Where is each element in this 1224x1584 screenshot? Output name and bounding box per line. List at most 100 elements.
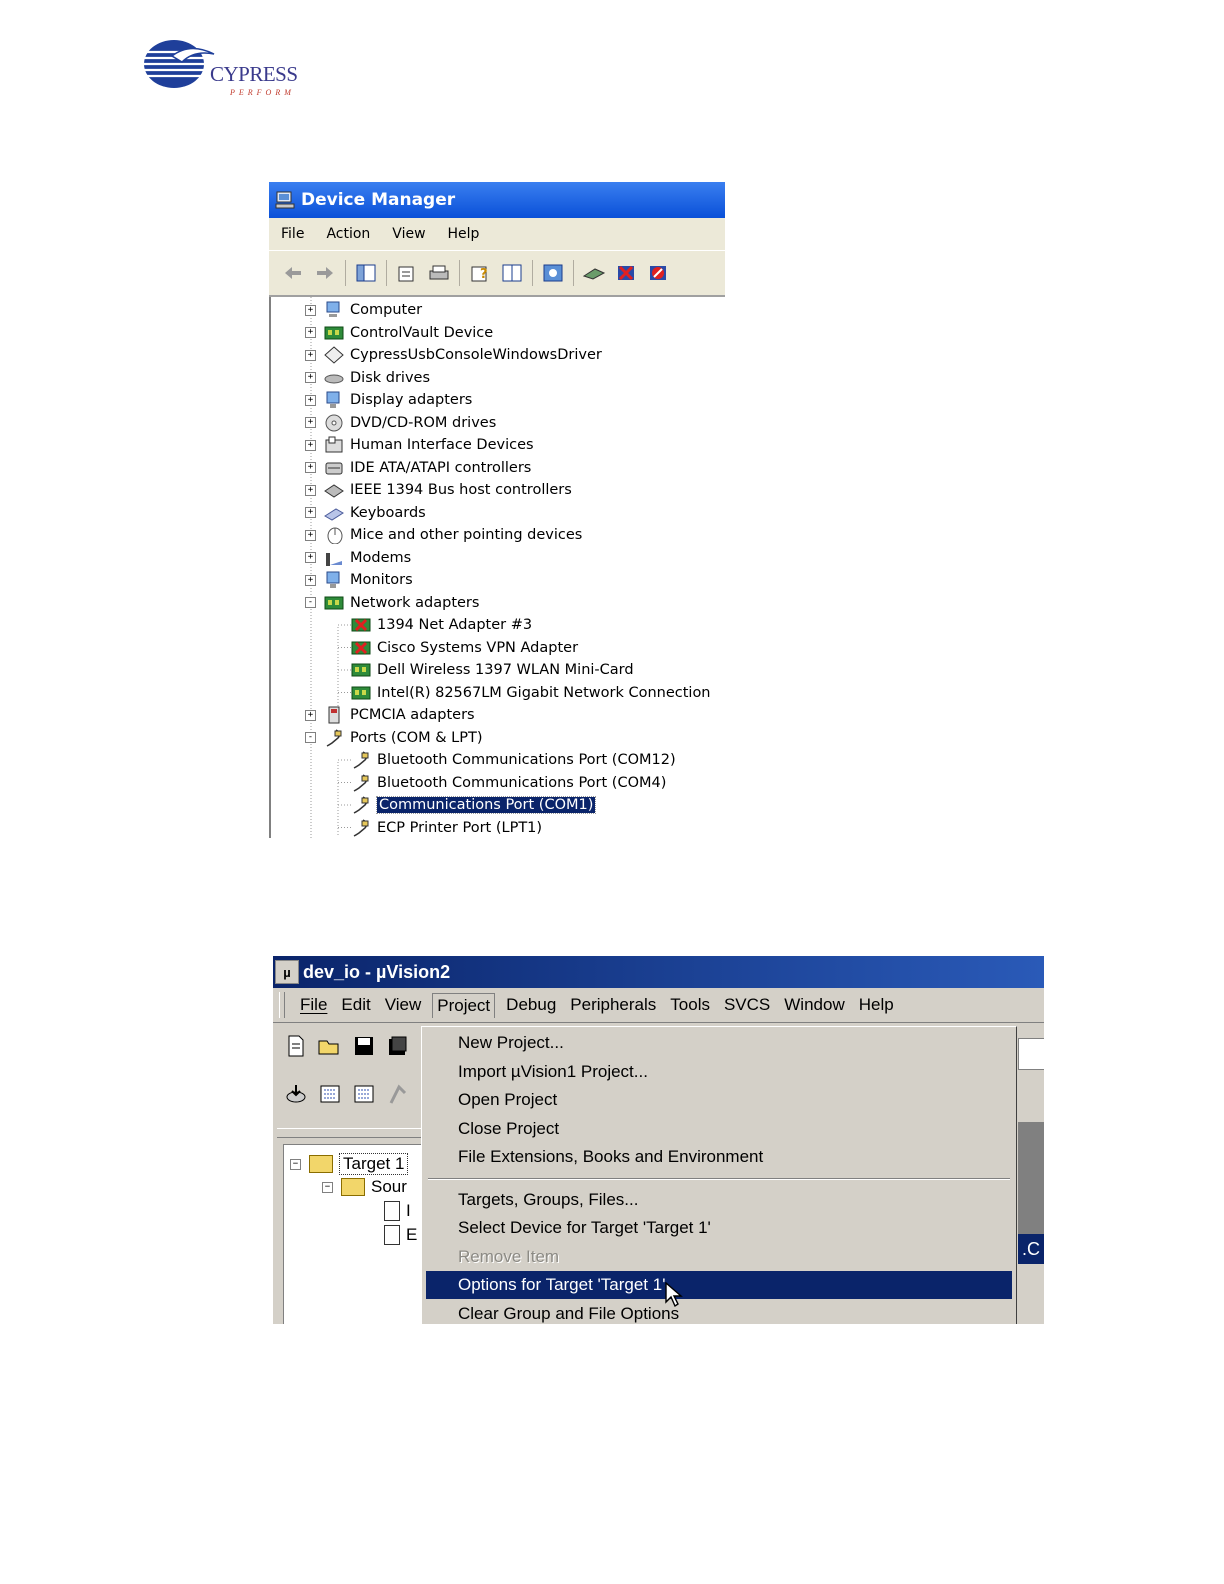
expand-icon[interactable]: + [305,439,316,451]
expand-icon[interactable]: + [305,709,316,721]
uv-menu-svcs[interactable]: SVCS [724,995,770,1015]
uv-menu-view[interactable]: View [385,995,422,1015]
project-menu-item[interactable]: Close Project [426,1115,1012,1143]
device-category[interactable]: + Modems [305,547,411,569]
tree-node-target[interactable]: − Target 1 [290,1153,409,1175]
device-item[interactable]: Cisco Systems VPN Adapter [351,637,578,659]
open-folder-icon[interactable] [318,1034,342,1058]
device-category[interactable]: + CypressUsbConsoleWindowsDriver [305,344,602,366]
device-category[interactable]: - Network adapters [305,592,479,614]
expand-icon[interactable]: + [305,417,316,428]
uvision-titlebar[interactable]: µ dev_io - µVision2 [273,956,1044,988]
device-item[interactable]: Communications Port (COM1) [351,794,597,816]
expand-icon[interactable]: + [305,507,316,518]
toolbar-combobox[interactable] [1018,1038,1044,1070]
back-icon[interactable] [282,262,304,284]
uv-menu-peripherals[interactable]: Peripherals [570,995,656,1015]
expand-icon[interactable]: + [305,529,316,541]
device-label: Bluetooth Communications Port (COM4) [377,774,667,791]
project-menu-item[interactable]: Options for Target 'Target 1' [426,1271,1012,1299]
project-menu-item[interactable]: Select Device for Target 'Target 1' [426,1214,1012,1242]
project-menu-item[interactable]: File Extensions, Books and Environment [426,1143,1012,1171]
help-icon[interactable]: ? [469,262,491,284]
uv-menu-window[interactable]: Window [784,995,844,1015]
update-driver-icon[interactable] [583,262,605,284]
menu-file[interactable]: File [281,226,304,242]
expand-icon[interactable]: + [305,552,316,563]
collapse-icon[interactable]: − [322,1181,333,1193]
device-category[interactable]: + Monitors [305,569,413,591]
tree-node-file-2[interactable]: E [384,1225,417,1245]
expand-icon[interactable]: + [305,462,316,473]
tree-node-source-group[interactable]: − Sour [322,1177,407,1197]
device-category[interactable]: + Human Interface Devices [305,434,534,456]
uninstall-icon[interactable] [615,262,637,284]
device-category[interactable]: + DVD/CD-ROM drives [305,412,496,434]
menu-action[interactable]: Action [326,226,370,242]
uv-menu-edit[interactable]: Edit [341,995,370,1015]
board-icon [324,326,344,339]
pcmcia-icon [328,706,340,724]
pane-splitter[interactable] [277,1128,423,1138]
device-category[interactable]: + PCMCIA adapters [305,704,475,726]
uv-menu-project[interactable]: Project [432,992,496,1018]
expand-icon[interactable]: + [305,372,316,383]
device-item[interactable]: Bluetooth Communications Port (COM12) [351,749,676,771]
svg-text:?: ? [480,267,488,282]
save-icon[interactable] [352,1034,376,1058]
menubar-grip[interactable] [279,992,285,1018]
forward-icon[interactable] [314,262,336,284]
tree-node-file-1[interactable]: I [384,1201,411,1221]
expand-icon[interactable]: + [305,304,316,316]
device-category[interactable]: + ControlVault Device [305,322,493,344]
device-category[interactable]: + IDE ATA/ATAPI controllers [305,457,531,479]
collapse-icon[interactable]: - [305,732,316,743]
project-menu-item[interactable]: Targets, Groups, Files... [426,1186,1012,1214]
console-icon[interactable] [501,262,523,284]
show-hide-tree-icon[interactable] [355,262,377,284]
expand-icon[interactable]: + [305,574,316,586]
build-stack-icon[interactable] [284,1082,308,1106]
device-item[interactable]: Dell Wireless 1397 WLAN Mini-Card [351,659,634,681]
uv-menu-file[interactable]: File [300,995,327,1015]
ide-icon [325,462,343,474]
disable-icon[interactable] [647,262,669,284]
device-category[interactable]: + Display adapters [305,389,472,411]
expand-icon[interactable]: + [305,484,316,496]
device-item[interactable]: Bluetooth Communications Port (COM4) [351,772,666,794]
editor-tab-partial[interactable]: .C [1018,1234,1044,1264]
uv-menu-debug[interactable]: Debug [506,995,556,1015]
device-category[interactable]: + Computer [305,299,422,321]
device-item[interactable]: Intel(R) 82567LM Gigabit Network Connect… [351,682,711,704]
device-manager-titlebar[interactable]: Device Manager [269,182,725,218]
uv-menu-help[interactable]: Help [859,995,894,1015]
project-menu-item[interactable]: New Project... [426,1029,1012,1057]
port-icon [353,773,369,792]
expand-icon[interactable]: + [305,327,316,338]
device-category[interactable]: + IEEE 1394 Bus host controllers [305,479,572,501]
device-category[interactable]: + Keyboards [305,502,426,524]
device-category[interactable]: + Mice and other pointing devices [305,524,582,546]
menu-view[interactable]: View [392,226,425,242]
project-menu-item[interactable]: Open Project [426,1086,1012,1114]
uv-menu-tools[interactable]: Tools [670,995,710,1015]
save-all-icon[interactable] [386,1034,410,1058]
rebuild-icon[interactable] [352,1082,376,1106]
device-label: Dell Wireless 1397 WLAN Mini-Card [377,662,634,678]
properties-icon[interactable] [396,262,418,284]
device-item[interactable]: ECP Printer Port (LPT1) [351,817,542,839]
device-item[interactable]: 1394 Net Adapter #3 [351,614,532,636]
collapse-icon[interactable]: − [290,1158,301,1170]
project-menu-item[interactable]: Import µVision1 Project... [426,1058,1012,1086]
translate-icon[interactable] [318,1082,342,1106]
expand-icon[interactable]: + [305,349,316,361]
device-category[interactable]: - Ports (COM & LPT) [305,727,482,749]
print-icon[interactable] [428,262,450,284]
project-menu-item[interactable]: Clear Group and File Options [426,1300,1012,1325]
device-category[interactable]: + Disk drives [305,367,430,389]
collapse-icon[interactable]: - [305,597,316,608]
expand-icon[interactable]: + [305,394,316,406]
scan-hardware-icon[interactable] [542,262,564,284]
new-file-icon[interactable] [284,1034,308,1058]
menu-help[interactable]: Help [448,226,480,242]
